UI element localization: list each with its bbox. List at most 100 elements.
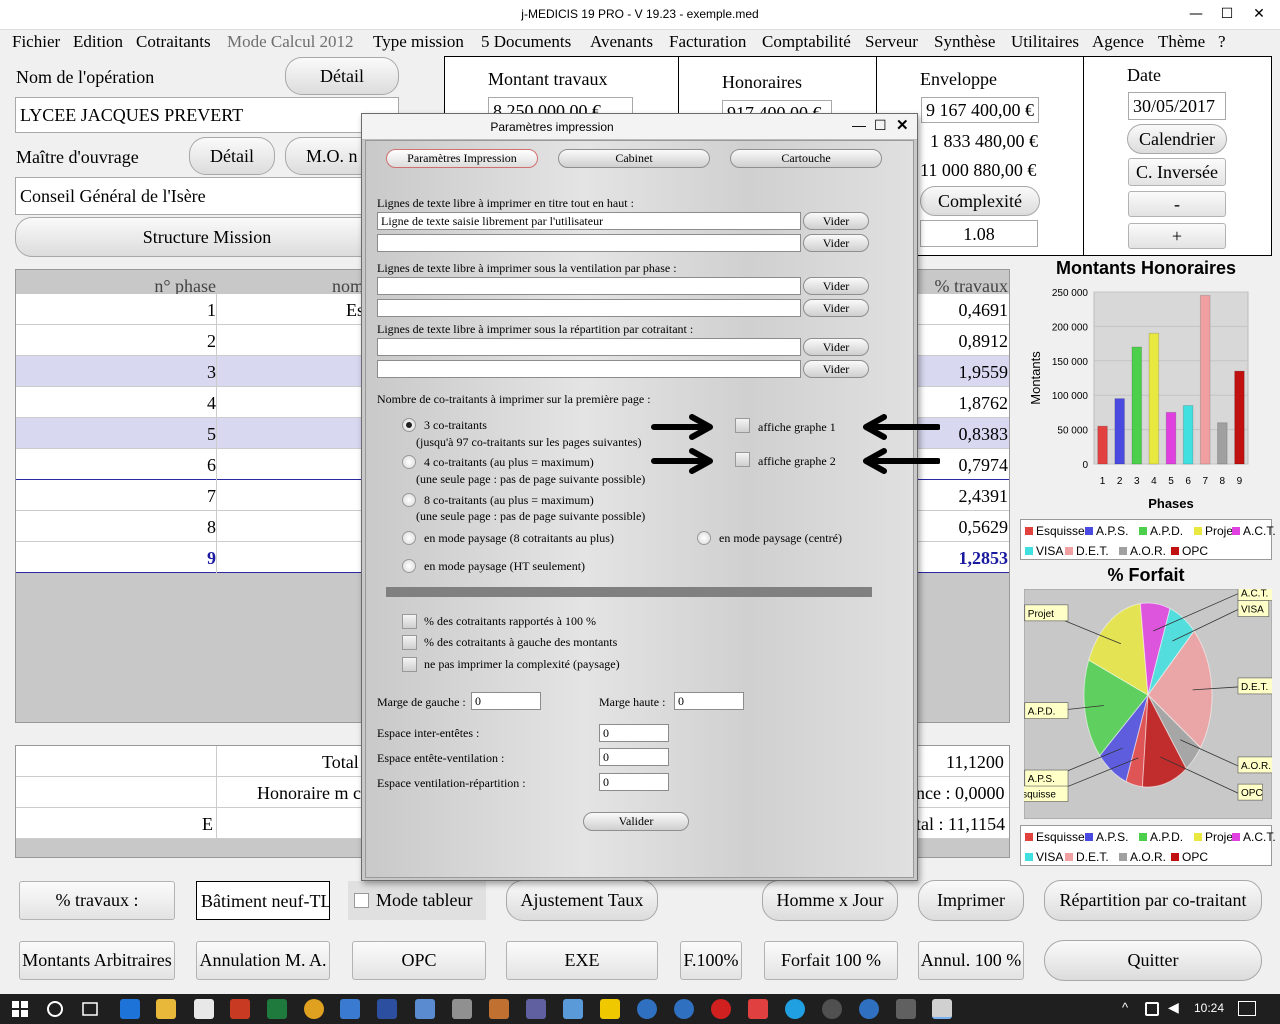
minimize-button[interactable]: —	[1185, 4, 1207, 24]
app-icon-13[interactable]	[859, 999, 879, 1019]
task-view-icon[interactable]	[80, 1000, 100, 1018]
marge-haute-input[interactable]: 0	[674, 692, 744, 710]
app-icon-9[interactable]	[637, 999, 657, 1019]
montants-arbitraires-button[interactable]: Montants Arbitraires	[19, 941, 175, 980]
owner-detail-button[interactable]: Détail	[189, 137, 275, 175]
enveloppe-field[interactable]: 9 167 400,00 €	[921, 97, 1039, 123]
app-icon-10[interactable]	[674, 999, 694, 1019]
imprimer-button[interactable]: Imprimer	[918, 880, 1024, 921]
marge-gauche-input[interactable]: 0	[471, 692, 541, 710]
inverse-button[interactable]: C. Inversée	[1128, 158, 1226, 186]
maximize-button[interactable]: ☐	[1216, 4, 1238, 24]
app-icon-7[interactable]	[563, 999, 583, 1019]
valider-button[interactable]: Valider	[583, 812, 689, 831]
title-line-2-input[interactable]	[377, 234, 801, 252]
affiche-graphe-1-checkbox[interactable]	[735, 418, 750, 433]
radio-paysage-centre[interactable]	[697, 531, 711, 545]
app-icon-5[interactable]	[489, 999, 509, 1019]
store-icon[interactable]	[194, 999, 214, 1019]
vider-button-5[interactable]: Vider	[803, 338, 869, 356]
opera-icon[interactable]	[711, 999, 731, 1019]
ajustement-taux-button[interactable]: Ajustement Taux	[506, 880, 658, 921]
skype-icon[interactable]	[785, 999, 805, 1019]
tray-chevron-icon[interactable]: ^	[1122, 1000, 1128, 1015]
app-icon-6[interactable]	[526, 999, 546, 1019]
vider-button-6[interactable]: Vider	[803, 360, 869, 378]
menu-help[interactable]: ?	[1218, 32, 1226, 52]
chk-rapportes-100[interactable]	[402, 614, 417, 629]
structure-mission-button[interactable]: Structure Mission	[15, 217, 399, 257]
ventil-input[interactable]: 0	[599, 773, 669, 791]
excel-icon[interactable]	[267, 999, 287, 1019]
vider-button-2[interactable]: Vider	[803, 234, 869, 252]
chk-complexite[interactable]	[402, 657, 417, 672]
radio-4-cotraitants[interactable]	[402, 455, 416, 469]
f100-button[interactable]: F.100%	[680, 941, 742, 980]
radio-3-cotraitants[interactable]	[402, 418, 416, 432]
quitter-button[interactable]: Quitter	[1044, 940, 1262, 981]
minus-button[interactable]: -	[1128, 191, 1226, 217]
dialog-close-button[interactable]: ✕	[896, 116, 909, 134]
menu-edition[interactable]: Edition	[73, 32, 123, 52]
search-icon[interactable]	[46, 1000, 64, 1018]
vider-button-3[interactable]: Vider	[803, 277, 869, 295]
menu-serveur[interactable]: Serveur	[865, 32, 918, 52]
menu-theme[interactable]: Thème	[1158, 32, 1205, 52]
filezilla-icon[interactable]	[230, 999, 250, 1019]
close-button[interactable]: ✕	[1248, 4, 1270, 24]
menu-type-mission[interactable]: Type mission	[373, 32, 464, 52]
app-icon-2[interactable]	[377, 999, 397, 1019]
menu-documents[interactable]: 5 Documents	[481, 32, 571, 52]
date-field[interactable]: 30/05/2017	[1128, 92, 1226, 120]
app-icon-8[interactable]	[600, 999, 620, 1019]
inter-input[interactable]: 0	[599, 724, 669, 742]
vider-button-1[interactable]: Vider	[803, 212, 869, 230]
menu-agence[interactable]: Agence	[1092, 32, 1144, 52]
repartition-button[interactable]: Répartition par co-traitant	[1044, 880, 1262, 921]
forfait100-button[interactable]: Forfait 100 %	[764, 941, 898, 980]
dialog-maximize-button[interactable]: ☐	[874, 117, 887, 134]
entete-input[interactable]: 0	[599, 748, 669, 766]
phase-line-1-input[interactable]	[377, 277, 801, 295]
menu-cotraitants[interactable]: Cotraitants	[136, 32, 211, 52]
homme-jour-button[interactable]: Homme x Jour	[762, 880, 898, 921]
tab-parametres-impression[interactable]: Paramètres Impression	[386, 149, 538, 168]
menu-avenants[interactable]: Avenants	[590, 32, 653, 52]
menu-comptabilite[interactable]: Comptabilité	[762, 32, 851, 52]
complexite-field[interactable]: 1.08	[920, 220, 1038, 247]
vider-button-4[interactable]: Vider	[803, 299, 869, 317]
app-icon-12[interactable]	[822, 999, 842, 1019]
affiche-graphe-2-checkbox[interactable]	[735, 452, 750, 467]
exe-button[interactable]: EXE	[506, 941, 658, 980]
cotraitant-line-1-input[interactable]	[377, 338, 801, 356]
tab-cabinet[interactable]: Cabinet	[558, 149, 710, 168]
cotraitant-line-2-input[interactable]	[377, 360, 801, 378]
menu-utilitaires[interactable]: Utilitaires	[1011, 32, 1079, 52]
app-icon-11[interactable]	[748, 999, 768, 1019]
mode-tableur-toggle[interactable]: Mode tableur	[348, 881, 486, 920]
mode-tableur-checkbox[interactable]	[354, 893, 369, 908]
chk-gauche-montants[interactable]	[402, 635, 417, 650]
volume-icon[interactable]: ◀	[1168, 999, 1179, 1016]
app-icon-3[interactable]	[415, 999, 435, 1019]
app-icon-4[interactable]	[452, 999, 472, 1019]
radio-paysage-ht[interactable]	[402, 559, 416, 573]
menu-facturation[interactable]: Facturation	[669, 32, 746, 52]
dialog-minimize-button[interactable]: —	[852, 117, 866, 133]
radio-8-cotraitants[interactable]	[402, 493, 416, 507]
network-icon[interactable]	[1145, 1002, 1159, 1016]
chrome-icon[interactable]	[304, 999, 324, 1019]
windows-start-icon[interactable]	[12, 1001, 28, 1017]
menu-synthese[interactable]: Synthèse	[934, 32, 995, 52]
notifications-icon[interactable]	[1238, 1001, 1256, 1016]
radio-paysage-8[interactable]	[402, 531, 416, 545]
opc-button[interactable]: OPC	[352, 941, 486, 980]
complexite-button[interactable]: Complexité	[920, 186, 1040, 216]
calendrier-button[interactable]: Calendrier	[1127, 124, 1227, 154]
pct-travaux-button[interactable]: % travaux :	[19, 881, 175, 920]
operation-detail-button[interactable]: Détail	[285, 57, 399, 95]
app-icon-1[interactable]	[340, 999, 360, 1019]
tab-cartouche[interactable]: Cartouche	[730, 149, 882, 168]
plus-button[interactable]: +	[1128, 223, 1226, 249]
edge-icon[interactable]	[120, 999, 140, 1019]
